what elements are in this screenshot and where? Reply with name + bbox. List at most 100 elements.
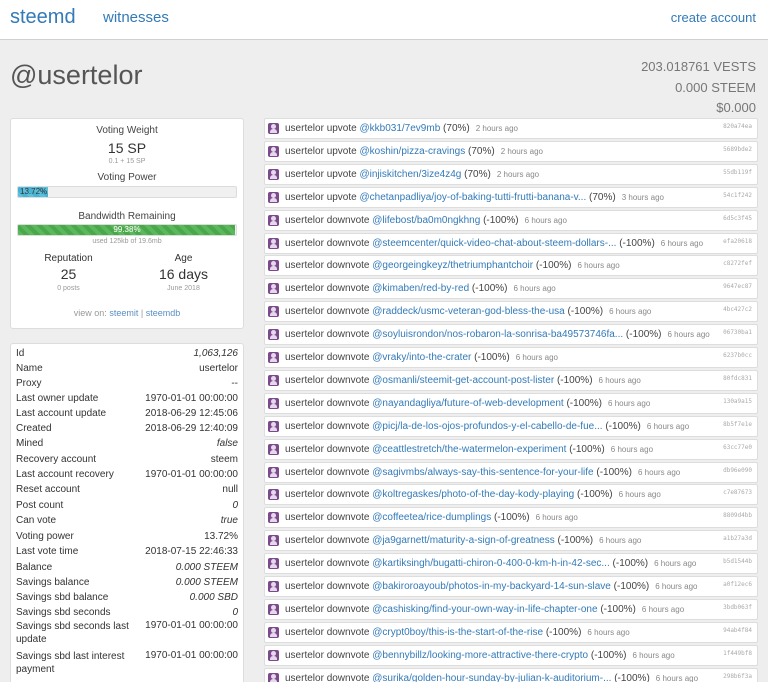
account-stats-panel: Voting Weight 15 SP 0.1 + 15 SP Voting P… — [10, 118, 244, 329]
steem-balance: 0.000 STEEM — [675, 79, 756, 95]
vote-description: usertelor downvote @kartiksingh/bugatti-… — [285, 554, 696, 573]
property-key: Post count — [16, 500, 64, 511]
property-row: Last account update 2018-06-29 12:45:06 — [16, 408, 238, 419]
property-value: 0 — [232, 607, 238, 618]
vote-post-link[interactable]: @bakiroroayoub/photos-in-my-backyard-14-… — [372, 581, 611, 592]
vote-action: upvote — [326, 123, 357, 134]
property-key: Last vote time — [16, 546, 79, 557]
vote-voter: usertelor — [285, 260, 324, 272]
vote-post-link[interactable]: @lifebost/ba0m0ngkhng — [372, 215, 480, 226]
vote-post-link[interactable]: @injiskitchen/3ize4z4g — [360, 169, 462, 180]
voting-weight-sub: 0.1 + 15 SP — [108, 158, 146, 165]
vote-weight: (-100%) — [590, 649, 627, 661]
vote-weight: (-100%) — [596, 466, 632, 478]
voting-weight-value: 15 SP — [107, 140, 147, 156]
vote-time: 6 hours ago — [513, 284, 556, 294]
vote-tx-hash: 9647ec87 — [723, 283, 752, 291]
view-on-steemdb-link[interactable]: steemdb — [146, 308, 181, 318]
property-row: Id 1,063,126 — [16, 348, 238, 359]
vote-post-link[interactable]: @coffeetea/rice-dumplings — [372, 512, 491, 523]
property-key: Reset account — [16, 484, 80, 495]
brand-logo-link[interactable]: steemd — [10, 6, 76, 29]
vote-voter: usertelor — [285, 466, 324, 478]
vote-description: usertelor downvote @georgeingkeyz/thetri… — [285, 256, 620, 275]
vote-description: usertelor downvote @bennybillz/looking-m… — [285, 646, 675, 665]
vote-post-link[interactable]: @picj/la-de-los-ojos-profundos-y-el-cabe… — [372, 421, 602, 432]
vote-description: usertelor downvote @sagivmbs/always-say-… — [285, 463, 680, 482]
vote-post-link[interactable]: @soyluisrondon/nos-robaron-la-sonrisa-ba… — [372, 329, 623, 340]
vote-post-link[interactable]: @sagivmbs/always-say-this-sentence-for-y… — [372, 467, 593, 478]
vote-post-link[interactable]: @koltregaskes/photo-of-the-day-kody-play… — [372, 489, 574, 500]
user-icon — [268, 214, 279, 226]
vote-post-link[interactable]: @crypt0boy/this-is-the-start-of-the-rise — [372, 627, 543, 638]
vote-voter: usertelor — [285, 168, 324, 180]
vote-tx-hash: 55db119f — [723, 168, 752, 176]
property-value: steem — [210, 454, 238, 465]
property-value: -- — [231, 378, 238, 389]
vote-action: downvote — [326, 329, 370, 341]
property-value: 2018-07-15 22:46:33 — [145, 546, 238, 557]
vote-post-link[interactable]: @raddeck/usmc-veteran-god-bless-the-usa — [372, 306, 564, 317]
vote-tx-hash: 1f449bf8 — [723, 649, 752, 657]
user-icon — [268, 581, 279, 592]
property-row: Savings balance 0.000 STEEM — [16, 577, 238, 588]
vote-post-link[interactable]: @osmanli/steemit-get-account-post-lister — [372, 375, 554, 386]
account-balances: 203.018761 VESTS 0.000 STEEM $0.000 — [641, 57, 756, 119]
vote-weight: (-100%) — [619, 237, 655, 249]
vote-post-link[interactable]: @chetanpadliya/joy-of-baking-tutti-frutt… — [360, 192, 587, 203]
vote-action: downvote — [326, 581, 370, 592]
account-properties-panel: Id 1,063,126 Name usertelor Proxy -- Last owne… — [10, 343, 244, 682]
nav-witnesses-link[interactable]: witnesses — [103, 9, 169, 26]
vote-post-link[interactable]: @kkb031/7ev9mb — [360, 123, 441, 134]
create-account-link[interactable]: create account — [671, 10, 756, 25]
vote-post-link[interactable]: @nayandagliya/future-of-web-development — [372, 398, 563, 409]
user-icon — [268, 374, 279, 386]
vote-tx-hash: 5689bde2 — [723, 145, 752, 153]
vote-time: 6 hours ago — [637, 467, 681, 477]
vote-voter: usertelor — [285, 374, 324, 386]
property-row: Savings sbd last interest payment 1970-01… — [16, 650, 238, 676]
vote-post-link[interactable]: @steemcenter/quick-video-chat-about-stee… — [372, 238, 616, 249]
vote-description: usertelor downvote @lifebost/ba0m0ngkhng… — [285, 211, 567, 230]
vote-row: usertelor upvote @koshin/pizza-cravings … — [264, 140, 758, 162]
vote-tx-hash: a0f12ec6 — [723, 581, 752, 588]
property-row: Savings sbd seconds 0 — [16, 607, 238, 618]
vote-voter: usertelor — [285, 649, 324, 661]
vote-time: 2 hours ago — [475, 124, 518, 133]
vote-weight: (-100%) — [557, 535, 594, 547]
vote-post-link[interactable]: @ceattlestretch/the-watermelon-experimen… — [372, 444, 566, 455]
property-row: Savings sbd seconds last update 1970-01-0… — [16, 620, 238, 646]
view-on-steemit-link[interactable]: steemit — [109, 308, 138, 318]
vote-voter: usertelor — [285, 581, 324, 592]
property-key: Savings sbd last interest payment — [16, 651, 125, 675]
vote-voter: usertelor — [285, 535, 324, 547]
property-value: 13.72% — [204, 531, 238, 542]
vote-time: 6 hours ago — [610, 444, 654, 454]
vote-post-link[interactable]: @surika/golden-hour-sunday-by-julian-k-a… — [372, 673, 611, 682]
vote-post-link[interactable]: @ja9garnett/maturity-a-sign-of-greatness — [372, 535, 554, 546]
vote-description: usertelor upvote @chetanpadliya/joy-of-b… — [285, 188, 664, 207]
vote-post-link[interactable]: @cashisking/find-your-own-way-in-life-ch… — [372, 604, 597, 615]
vote-post-link[interactable]: @kartiksingh/bugatti-chiron-0-400-0-km-h… — [372, 558, 609, 569]
vote-weight: (-100%) — [600, 603, 636, 615]
property-key: Last account recovery — [16, 469, 114, 480]
voting-power-label: Voting Power — [97, 172, 157, 183]
vote-description: usertelor downvote @nayandagliya/future-… — [285, 394, 650, 413]
vote-time: 6 hours ago — [608, 398, 651, 408]
vote-post-link[interactable]: @vraky/into-the-crater — [372, 352, 471, 363]
vote-description: usertelor upvote @kkb031/7ev9mb (70%) 2 h… — [285, 119, 518, 138]
vote-weight: (70%) — [468, 145, 495, 157]
vote-post-link[interactable]: @koshin/pizza-cravings — [360, 146, 466, 157]
bandwidth-sub: used 125kb of 19.6mb — [92, 238, 162, 245]
vote-post-link[interactable]: @bennybillz/looking-more-attractive-ther… — [372, 650, 588, 661]
user-icon — [268, 306, 279, 318]
vote-time: 6 hours ago — [524, 215, 567, 225]
vote-tx-hash: 130a9a15 — [723, 397, 752, 405]
vote-post-link[interactable]: @kimaben/red-by-red — [372, 283, 469, 294]
vote-post-link[interactable]: @georgeingkeyz/thetriumphantchoir — [372, 260, 533, 271]
vote-description: usertelor downvote @vraky/into-the-crate… — [285, 348, 558, 367]
vote-description: usertelor downvote @raddeck/usmc-veteran… — [285, 302, 651, 321]
property-row: Can vote true — [16, 515, 238, 526]
vote-weight: (-100%) — [471, 283, 508, 295]
vote-time: 6 hours ago — [515, 353, 558, 362]
